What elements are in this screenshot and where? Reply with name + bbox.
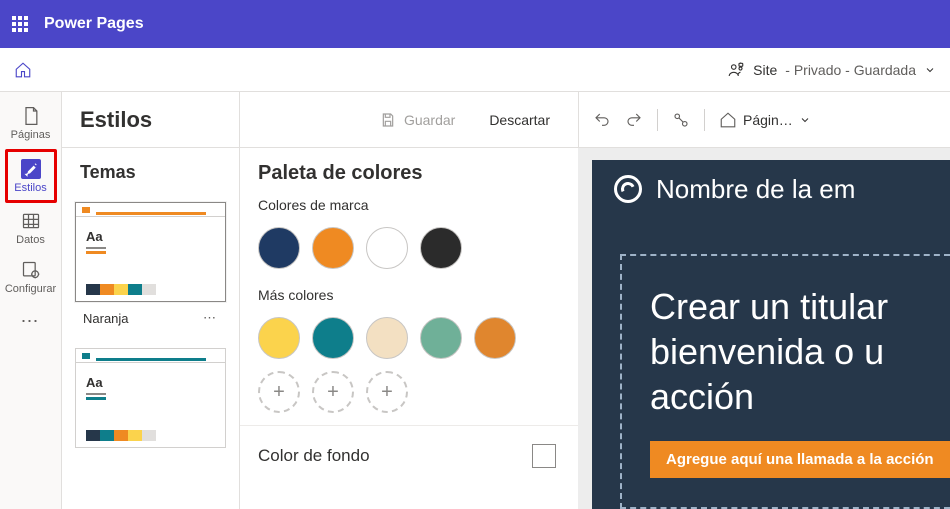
hero-section[interactable]: Crear un titular bienvenida o u acción A…	[620, 254, 950, 509]
home-small-icon	[719, 111, 737, 129]
hero-headline[interactable]: Crear un titular bienvenida o u acción	[650, 284, 950, 419]
theme-card-2[interactable]: Aa	[74, 347, 227, 457]
brand-colors-row	[240, 219, 578, 281]
rail-pages-label: Páginas	[11, 129, 51, 141]
page-selector-label: Págin…	[743, 112, 793, 128]
palette-heading: Paleta de colores	[240, 148, 578, 191]
more-swatch-1[interactable]	[258, 317, 300, 359]
permissions-icon	[727, 61, 745, 79]
theme-more-icon[interactable]: ⋯	[203, 310, 218, 326]
discard-button[interactable]: Descartar	[475, 104, 564, 136]
brand-swatch-1[interactable]	[258, 227, 300, 269]
styles-panel-title: Estilos	[80, 107, 152, 133]
add-color-1[interactable]: +	[258, 371, 300, 413]
rail-configure[interactable]: Configurar	[7, 254, 55, 301]
preview-site-header: Nombre de la em	[592, 160, 950, 218]
more-swatch-4[interactable]	[420, 317, 462, 359]
page-icon	[21, 106, 41, 126]
rail-more[interactable]: ⋯	[21, 303, 41, 340]
more-swatch-5[interactable]	[474, 317, 516, 359]
add-color-2[interactable]: +	[312, 371, 354, 413]
gear-page-icon	[21, 260, 41, 280]
redo-icon[interactable]	[625, 111, 643, 129]
chevron-down-icon	[799, 114, 811, 126]
waffle-icon[interactable]	[12, 16, 28, 32]
more-swatch-2[interactable]	[312, 317, 354, 359]
page-selector[interactable]: Págin…	[719, 111, 811, 129]
rail-styles-label: Estilos	[14, 182, 46, 194]
theme-card-naranja[interactable]: Aa Naranja ⋯	[74, 201, 227, 333]
brand-swatch-3[interactable]	[366, 227, 408, 269]
background-color-label: Color de fondo	[258, 446, 370, 466]
rail-data-label: Datos	[16, 234, 45, 246]
rail-configure-label: Configurar	[5, 283, 56, 295]
site-status: - Privado - Guardada	[785, 62, 916, 78]
brand-colors-label: Colores de marca	[240, 191, 578, 219]
preview-site-name: Nombre de la em	[656, 174, 855, 205]
more-colors-row	[240, 309, 578, 371]
rail-pages[interactable]: Páginas	[7, 100, 55, 147]
brand-swatch-4[interactable]	[420, 227, 462, 269]
hero-cta-button[interactable]: Agregue aquí una llamada a la acción	[650, 441, 950, 478]
rail-styles[interactable]: Estilos	[8, 157, 54, 196]
more-swatch-3[interactable]	[366, 317, 408, 359]
link-icon[interactable]	[672, 111, 690, 129]
discard-label: Descartar	[489, 112, 550, 128]
site-logo-icon	[614, 175, 642, 203]
save-button[interactable]: Guardar	[366, 104, 469, 136]
add-color-3[interactable]: +	[366, 371, 408, 413]
table-icon	[21, 211, 41, 231]
theme-name: Naranja	[83, 311, 129, 326]
save-label: Guardar	[404, 112, 455, 128]
brush-icon	[21, 159, 41, 179]
brand-title: Power Pages	[44, 15, 144, 33]
background-color-swatch[interactable]	[532, 444, 556, 468]
save-icon	[380, 112, 396, 128]
undo-icon[interactable]	[593, 111, 611, 129]
home-button[interactable]	[14, 61, 32, 79]
themes-heading: Temas	[62, 148, 239, 197]
more-colors-label: Más colores	[240, 281, 578, 309]
chevron-down-icon[interactable]	[924, 64, 936, 76]
site-label[interactable]: Site	[753, 62, 777, 78]
brand-swatch-2[interactable]	[312, 227, 354, 269]
rail-data[interactable]: Datos	[7, 205, 55, 252]
